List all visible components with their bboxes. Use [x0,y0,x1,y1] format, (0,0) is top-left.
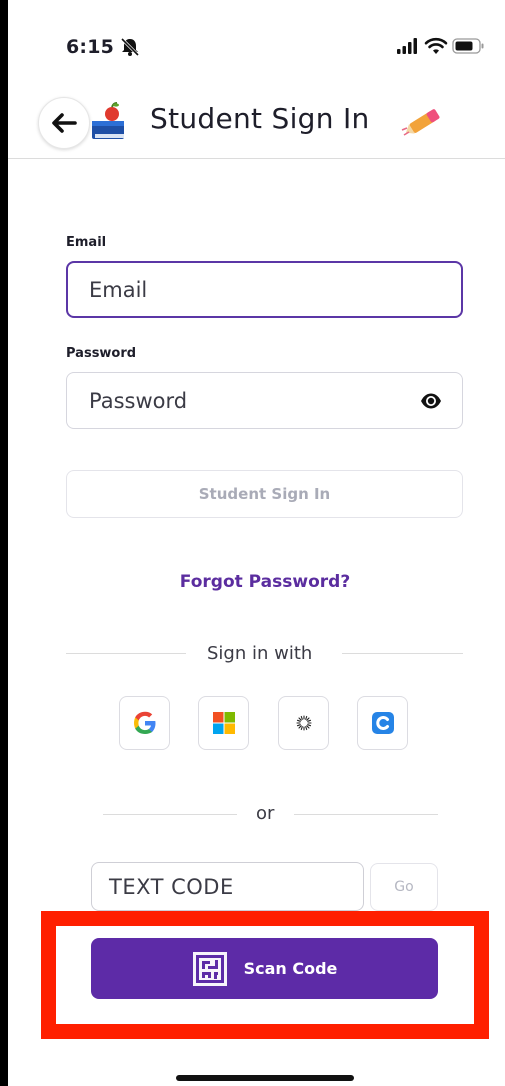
student-sign-in-button[interactable]: Student Sign In [66,470,463,518]
sunburst-icon [295,715,312,731]
go-button[interactable]: Go [370,863,438,911]
screen-edge-bar [0,0,8,1086]
status-time: 6:15 [66,36,115,58]
email-label: Email [66,235,107,250]
password-input[interactable]: Password [66,372,463,429]
microsoft-icon [212,712,235,734]
status-indicators [397,37,484,54]
battery-icon [452,38,484,54]
divider-line-right [342,653,463,654]
or-line-left [103,814,237,815]
home-indicator[interactable] [176,1075,354,1081]
email-placeholder: Email [89,277,148,302]
book-apple-icon [92,102,124,139]
header-divider [8,158,505,159]
or-label: or [256,803,275,824]
sign-in-with-label: Sign in with [207,643,313,664]
scan-code-label: Scan Code [243,959,338,978]
back-button[interactable] [38,97,90,149]
page-title: Student Sign In [150,102,370,135]
or-line-right [294,814,438,815]
qr-code-icon [192,951,227,986]
text-code-input[interactable]: TEXT CODE [91,862,364,911]
wifi-icon [424,37,448,54]
sunburst-sign-in-button[interactable] [278,696,329,750]
classlink-icon [371,712,394,734]
google-icon [133,711,155,734]
pencil-eraser-icon [401,109,440,136]
classlink-sign-in-button[interactable] [357,696,408,750]
arrow-left-icon [52,113,77,133]
password-placeholder: Password [89,388,188,413]
text-code-placeholder: TEXT CODE [109,874,234,899]
forgot-password-link[interactable]: Forgot Password? [0,572,505,592]
email-input[interactable]: Email [66,261,463,318]
silent-bell-icon [120,37,140,57]
scan-code-button[interactable]: Scan Code [91,938,438,999]
microsoft-sign-in-button[interactable] [198,696,249,750]
google-sign-in-button[interactable] [119,696,170,750]
cellular-signal-icon [397,38,417,54]
password-label: Password [66,346,137,361]
show-password-eye-icon[interactable] [420,392,442,410]
divider-line-left [66,653,186,654]
